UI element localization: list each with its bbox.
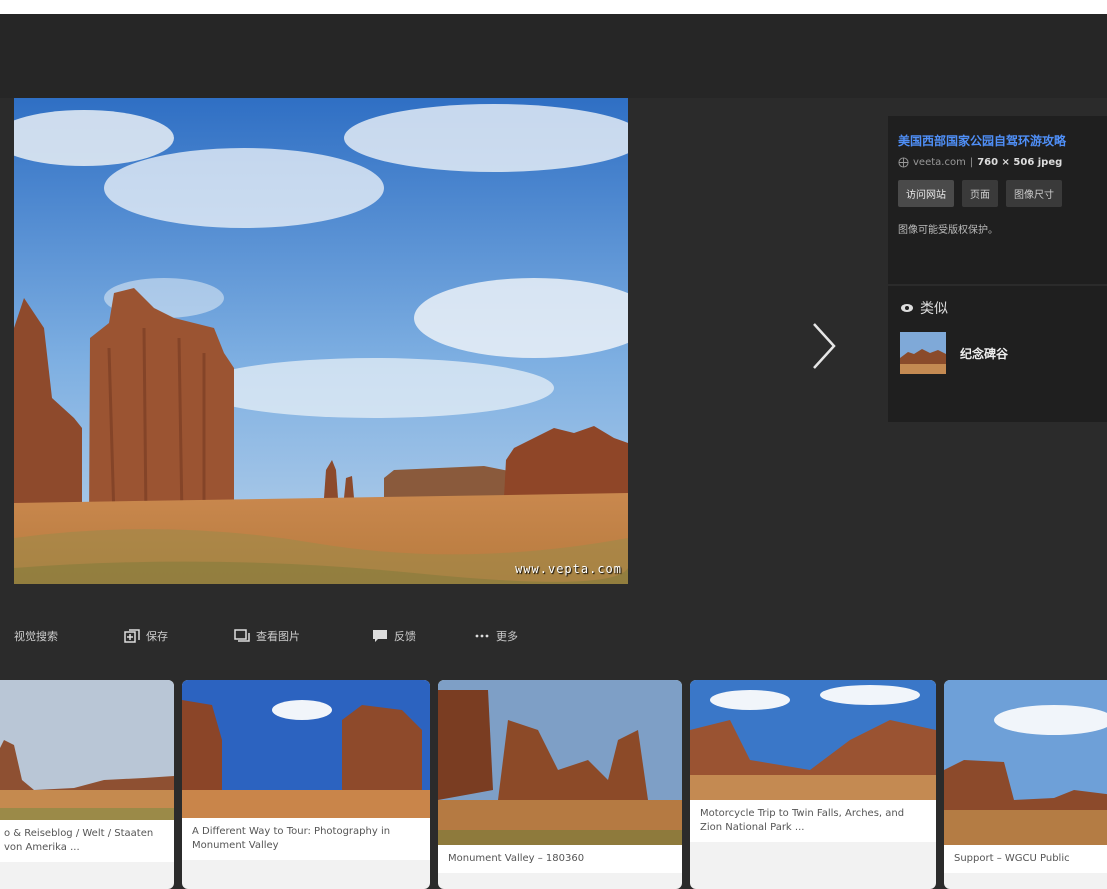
similar-item-label: 纪念碑谷	[960, 346, 1009, 361]
feedback-button[interactable]: 反馈	[372, 628, 416, 644]
visit-site-button[interactable]: 访问网站	[898, 180, 954, 207]
image-viewer: www.vepta.com 美国西部国家公园自驾环游攻略 veeta.com |…	[0, 98, 1107, 678]
similar-heading-text: 类似	[920, 301, 948, 317]
eye-icon	[901, 304, 913, 312]
view-image-button[interactable]: 查看图片	[234, 628, 300, 644]
card-caption: o & Reiseblog / Welt / Staaten von Ameri…	[0, 820, 174, 862]
related-image-thumb	[690, 680, 936, 805]
related-image-card[interactable]: A Different Way to Tour: Photography in …	[182, 680, 430, 889]
similar-heading: 类似	[900, 298, 1106, 318]
similar-thumbnail	[900, 332, 946, 374]
related-image-card[interactable]: Monument Valley – 180360	[438, 680, 682, 889]
visual-search-button[interactable]: 视觉搜索	[14, 628, 58, 644]
card-caption: Motorcycle Trip to Twin Falls, Arches, a…	[690, 800, 936, 842]
save-label: 保存	[146, 630, 168, 643]
copyright-note: 图像可能受版权保护。	[898, 225, 998, 236]
info-header: 美国西部国家公园自驾环游攻略 veeta.com | 760 × 506 jpe…	[888, 116, 1107, 284]
view-image-label: 查看图片	[256, 630, 300, 643]
result-title-link[interactable]: 美国西部国家公园自驾环游攻略	[898, 132, 1107, 149]
action-bar: 视觉搜索 保存 查看图片 反馈 更多	[0, 620, 1107, 652]
image-dimensions: 760 × 506 jpeg	[977, 157, 1063, 168]
save-icon	[124, 629, 140, 643]
card-caption: A Different Way to Tour: Photography in …	[182, 818, 430, 860]
card-caption: Support – WGCU Public	[944, 845, 1107, 873]
feedback-label: 反馈	[394, 630, 416, 643]
similar-section: 类似 纪念碑谷	[888, 286, 1107, 386]
feedback-icon	[373, 630, 387, 642]
more-label: 更多	[496, 630, 518, 643]
page-button[interactable]: 页面	[962, 180, 998, 207]
top-strip	[0, 0, 1107, 14]
more-button[interactable]: 更多	[474, 628, 518, 644]
view-image-icon	[234, 629, 250, 642]
card-caption: Monument Valley – 180360	[438, 845, 682, 873]
monument-valley-photo	[14, 98, 628, 584]
related-images: o & Reiseblog / Welt / Staaten von Ameri…	[0, 680, 1107, 889]
watermark: www.vepta.com	[515, 562, 622, 576]
more-icon	[475, 634, 489, 638]
hero-image[interactable]: www.vepta.com	[14, 98, 628, 584]
related-image-card[interactable]: Motorcycle Trip to Twin Falls, Arches, a…	[690, 680, 936, 889]
save-button[interactable]: 保存	[124, 628, 168, 644]
info-buttons: 访问网站 页面 图像尺寸	[898, 180, 1107, 207]
meta-separator: |	[969, 157, 974, 168]
next-arrow-icon[interactable]	[804, 316, 844, 376]
related-image-card[interactable]: o & Reiseblog / Welt / Staaten von Ameri…	[0, 680, 174, 889]
visual-search-label: 视觉搜索	[14, 630, 58, 643]
similar-item[interactable]: 纪念碑谷	[900, 332, 1106, 374]
source-domain[interactable]: veeta.com	[913, 157, 966, 168]
image-size-button[interactable]: 图像尺寸	[1006, 180, 1062, 207]
info-panel: 美国西部国家公园自驾环游攻略 veeta.com | 760 × 506 jpe…	[888, 116, 1107, 422]
related-image-card[interactable]: Support – WGCU Public	[944, 680, 1107, 889]
top-bar	[0, 0, 1107, 98]
source-line: veeta.com | 760 × 506 jpeg	[898, 157, 1107, 168]
globe-icon	[898, 157, 909, 168]
